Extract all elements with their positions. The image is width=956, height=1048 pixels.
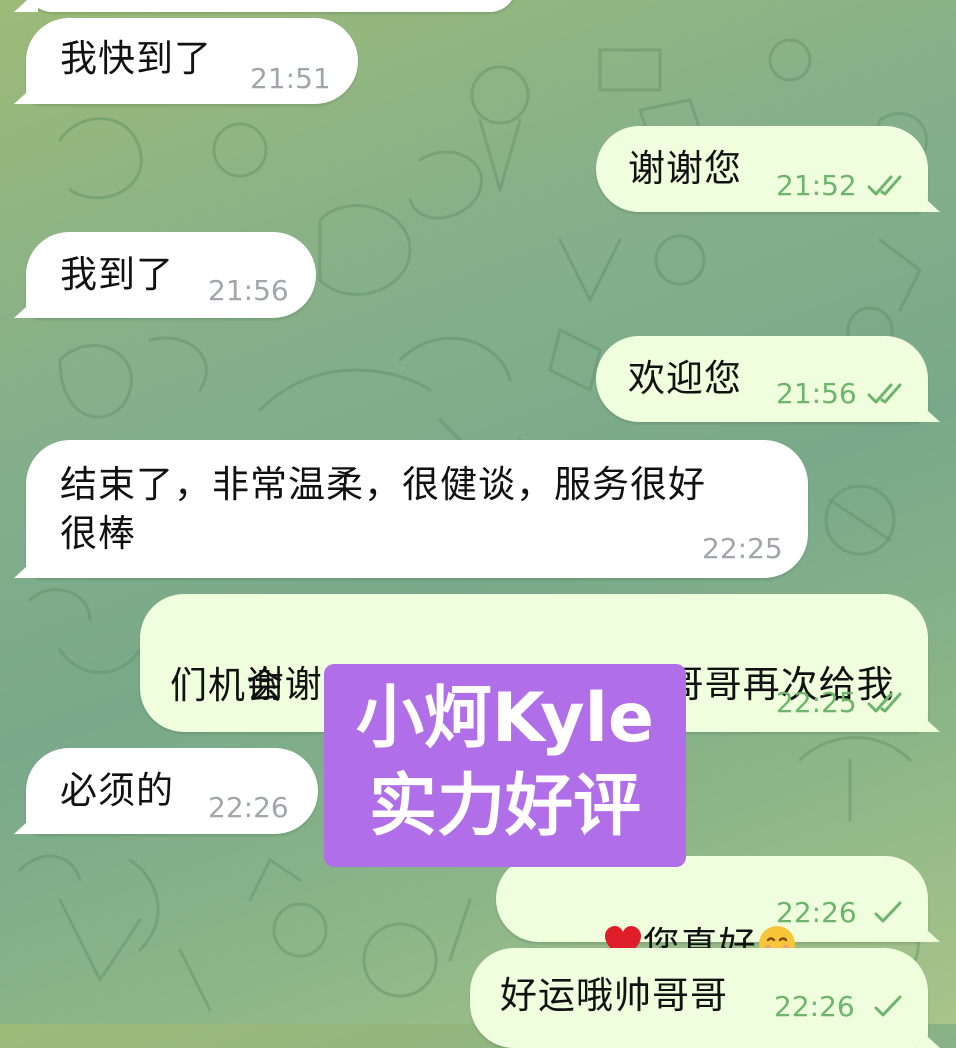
message-text-line2: 们机会 [170,664,284,707]
message-time: 21:56 [776,377,857,410]
watermark-line1: 小炣Kyle [355,679,655,758]
watermark-label: 小炣Kyle 实力好评 [324,664,686,867]
message-text-line2: 很棒 [60,512,136,555]
message-time: 21:52 [776,169,857,202]
double-check-icon [866,690,906,716]
single-check-icon [868,994,908,1020]
message-time: 22:26 [208,791,289,824]
chat-message-list[interactable]: 我快到了 21:51 谢谢您 21:52 我到了 21:56 欢迎您 21:56… [0,0,956,1048]
message-outgoing[interactable]: 好运哦帅哥哥 22:26 [470,948,928,1048]
message-time: 22:26 [776,896,857,929]
message-text: 我到了 [60,253,174,296]
watermark-line2: 实力好评 [368,767,641,846]
message-text: 谢谢您 [628,147,742,190]
message-outgoing[interactable]: 欢迎您 21:56 [596,336,928,422]
message-time: 22:25 [776,686,857,719]
message-incoming[interactable]: 我到了 21:56 [26,232,316,318]
message-bubble-partial [26,0,516,12]
message-text-line1: 结束了，非常温柔，很健谈，服务很好 [60,463,706,506]
message-outgoing[interactable]: 您真好 22:26 [496,856,928,967]
message-incoming[interactable]: 必须的 22:26 [26,748,318,834]
message-time: 22:26 [774,990,855,1023]
message-time: 22:25 [702,532,783,565]
message-text: 我快到了 [60,37,212,80]
single-check-icon [868,900,908,926]
message-time: 21:51 [250,62,331,95]
double-check-icon [866,173,906,199]
message-outgoing[interactable]: 谢谢您 21:52 [596,126,928,212]
message-incoming[interactable]: 结束了，非常温柔，很健谈，服务很好 很棒 22:25 [26,440,808,578]
message-text: 必须的 [60,769,174,812]
message-incoming[interactable]: 我快到了 21:51 [26,18,358,104]
message-time: 21:56 [208,274,289,307]
message-text: 欢迎您 [628,357,742,400]
double-check-icon [866,381,906,407]
message-text: 好运哦帅哥哥 [500,974,728,1017]
